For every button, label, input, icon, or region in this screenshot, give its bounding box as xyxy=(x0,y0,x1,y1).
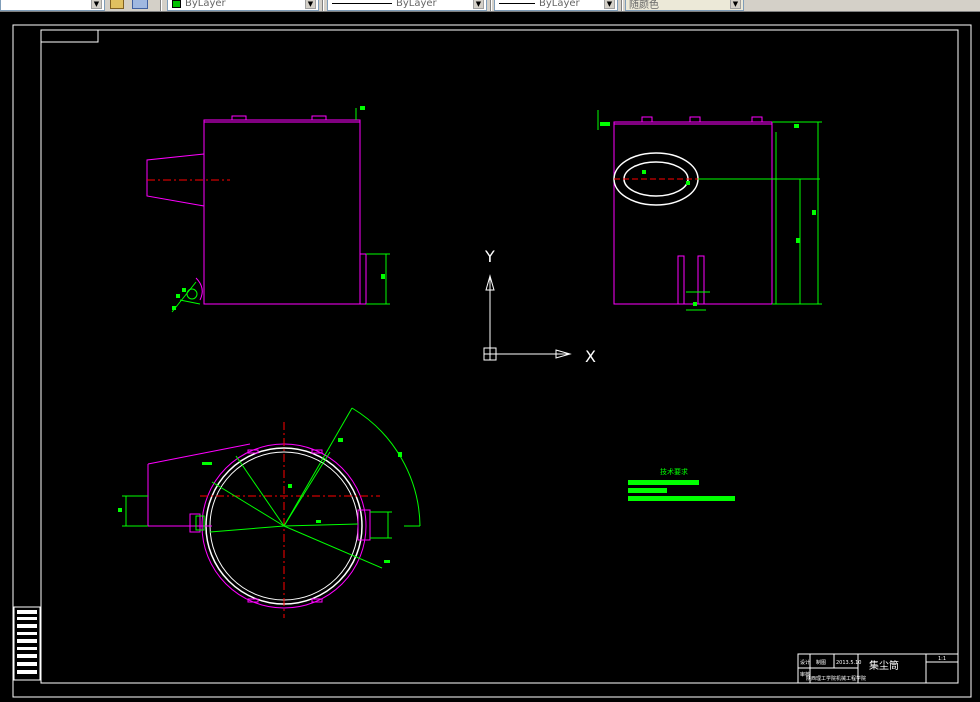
title-cell-d: 2013.5.10 xyxy=(836,660,861,666)
linetype-dropdown[interactable]: ByLayer ▼ xyxy=(327,0,487,11)
color-label: ByLayer xyxy=(185,0,226,9)
color-dropdown[interactable]: ByLayer ▼ xyxy=(167,0,319,11)
plotstyle-dropdown[interactable]: 随颜色 ▼ xyxy=(625,0,744,11)
title-block: 制图 2013.5.10 设计 审核 集尘筒 1:1 陕西理工学院机械工程学院 xyxy=(797,653,959,684)
side-view xyxy=(597,110,822,311)
outer-frame xyxy=(12,24,972,698)
ucs-x-label: X xyxy=(585,347,596,366)
drawing-canvas[interactable]: Y X 技术要求 制图 2013.5.10 设计 审核 集尘筒 1:1 陕西理工… xyxy=(0,12,980,702)
layer-state-icon[interactable] xyxy=(110,0,124,9)
side-stamp xyxy=(13,606,41,681)
top-view xyxy=(118,407,421,618)
linetype-sample xyxy=(332,3,392,4)
properties-toolbar: ▼ ByLayer ▼ ByLayer ▼ ByLayer ▼ 随颜色 ▼ xyxy=(0,0,980,12)
plotstyle-label: 随颜色 xyxy=(629,0,659,11)
inner-frame xyxy=(40,29,959,684)
title-cell-a: 制图 xyxy=(816,659,826,666)
front-view xyxy=(146,106,390,313)
scale-label: 1:1 xyxy=(938,656,946,662)
layer-stack-icon[interactable] xyxy=(132,0,148,9)
lineweight-sample xyxy=(499,3,535,4)
color-swatch xyxy=(172,0,181,8)
chevron-down-icon[interactable]: ▼ xyxy=(604,0,615,9)
technical-notes: 技术要求 xyxy=(628,467,735,501)
chevron-down-icon[interactable]: ▼ xyxy=(473,0,484,9)
school-label: 陕西理工学院机械工程学院 xyxy=(806,675,866,682)
linetype-label: ByLayer xyxy=(396,0,437,9)
cad-drawing: Y X 技术要求 制图 2013.5.10 设计 审核 集尘筒 1:1 陕西理工… xyxy=(12,24,972,698)
previous-dropdown[interactable]: ▼ xyxy=(0,0,105,11)
part-name: 集尘筒 xyxy=(869,659,899,672)
chevron-down-icon[interactable]: ▼ xyxy=(305,0,316,9)
lineweight-dropdown[interactable]: ByLayer ▼ xyxy=(494,0,618,11)
ucs-icon[interactable]: Y X xyxy=(483,247,596,366)
corner-box xyxy=(41,30,99,43)
title-cell-b: 设计 xyxy=(800,659,810,666)
chevron-down-icon[interactable]: ▼ xyxy=(730,0,741,9)
chevron-down-icon[interactable]: ▼ xyxy=(91,0,102,9)
lineweight-label: ByLayer xyxy=(539,0,580,9)
notes-title: 技术要求 xyxy=(660,467,688,476)
ucs-y-label: Y xyxy=(484,247,495,266)
